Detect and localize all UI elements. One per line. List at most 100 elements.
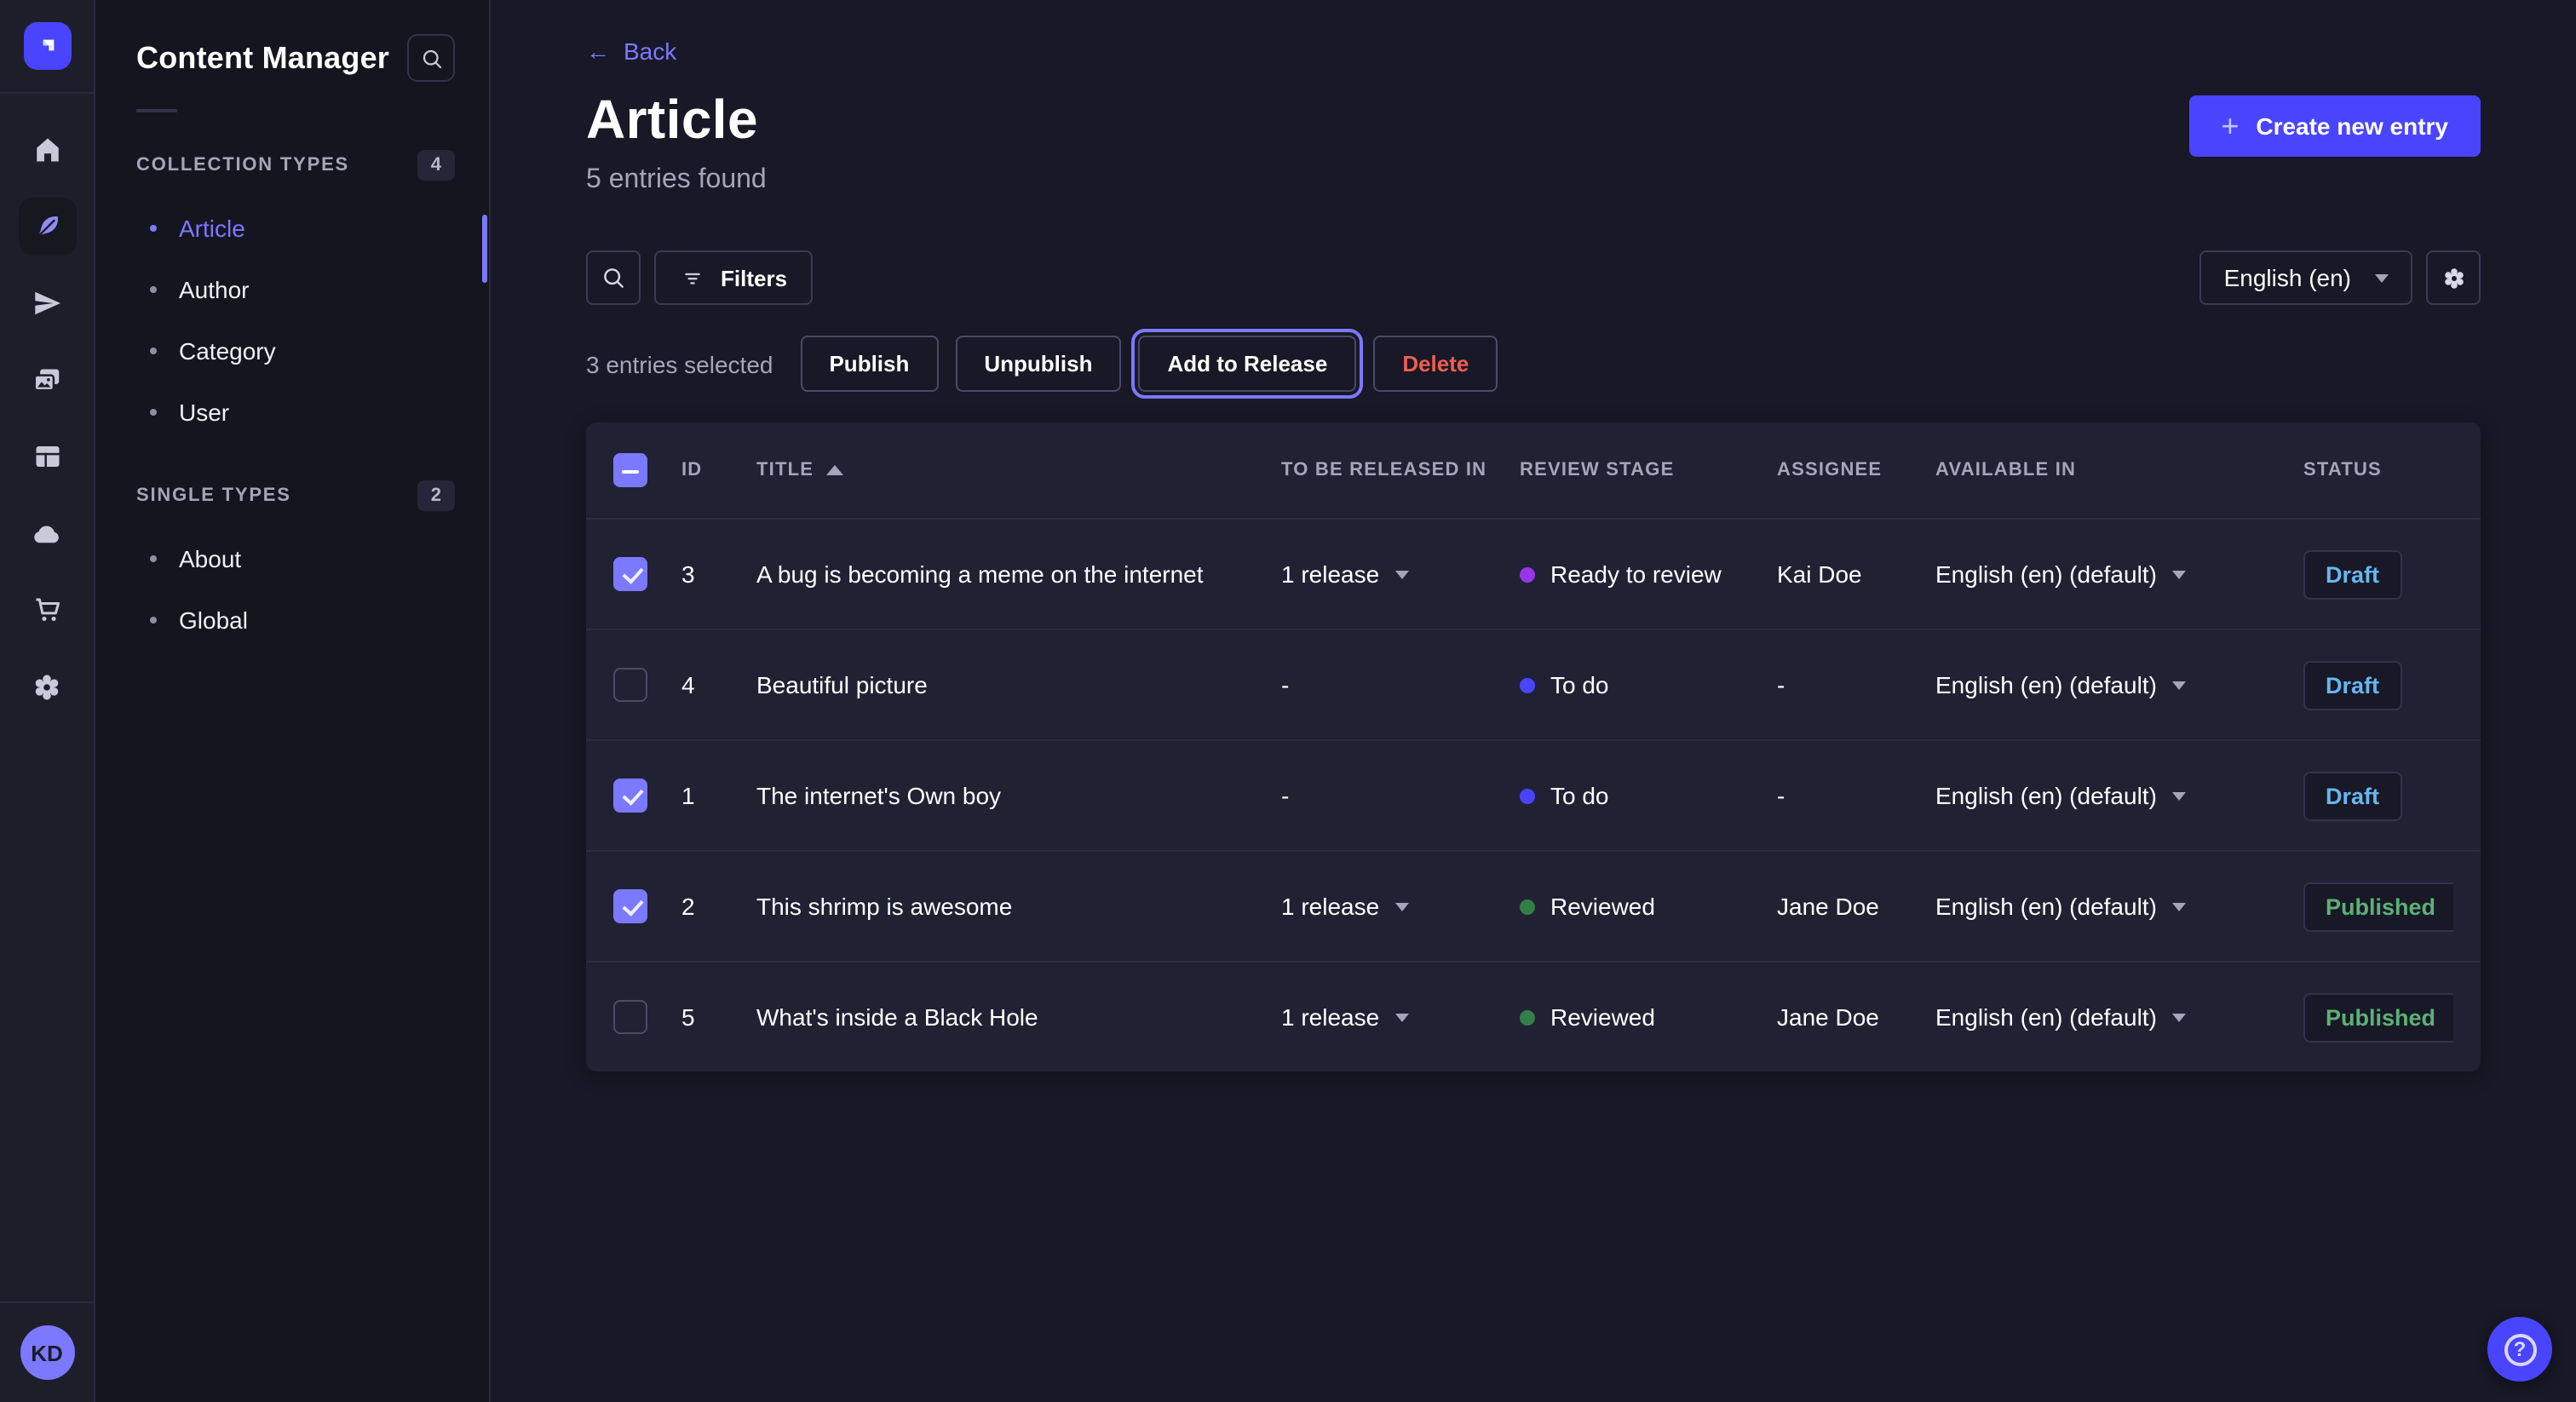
nav-content-type-builder[interactable] (18, 428, 76, 486)
cell-id: 2 (681, 893, 756, 920)
cell-review-stage: Ready to review (1520, 560, 1777, 588)
sidebar-item-label: Global (179, 606, 248, 634)
cell-locale-dropdown[interactable]: English (en) (default) (1935, 893, 2303, 920)
unpublish-button[interactable]: Unpublish (955, 336, 1121, 392)
chevron-down-icon (2172, 791, 2186, 800)
sidebar-item-category[interactable]: Category (95, 320, 489, 382)
cell-id: 3 (681, 560, 756, 588)
table-row[interactable]: 4 Beautiful picture - To do - English (e… (586, 629, 2481, 739)
select-all-checkbox[interactable] (613, 453, 647, 487)
nav-releases[interactable] (18, 274, 76, 332)
cell-locale-dropdown[interactable]: English (en) (default) (1935, 560, 2303, 588)
table-row[interactable]: 1 The internet's Own boy - To do - Engli… (586, 739, 2481, 850)
selection-actions-bar: 3 entries selected Publish Unpublish Add… (586, 336, 2481, 392)
cell-status: Draft (2303, 549, 2453, 599)
subnav-search-button[interactable] (407, 34, 455, 82)
status-badge: Published (2303, 882, 2453, 931)
cell-release-dropdown[interactable]: 1 release (1281, 1003, 1520, 1031)
cell-assignee: Jane Doe (1777, 1003, 1935, 1031)
single-types-section: SINGLE TYPES 2 About Global (95, 480, 489, 651)
sidebar-item-label: Category (179, 337, 276, 365)
nav-home[interactable] (18, 121, 76, 179)
nav-content-manager[interactable] (18, 198, 76, 256)
nav-deploy[interactable] (18, 504, 76, 562)
release-value: 1 release (1281, 893, 1379, 920)
cell-status: Published (2303, 882, 2453, 931)
row-checkbox[interactable] (613, 889, 647, 923)
cell-release-dropdown[interactable]: - (1281, 782, 1520, 809)
back-link[interactable]: ← Back (586, 37, 676, 65)
chevron-down-icon (2172, 570, 2186, 578)
release-value: - (1281, 671, 1289, 698)
collection-types-count: 4 (417, 150, 455, 181)
viewport: KD Content Manager COLLECTION TYPES 4 Ar… (0, 0, 2576, 1402)
row-checkbox[interactable] (613, 1000, 647, 1034)
release-value: - (1281, 782, 1289, 809)
locale-value: English (en) (default) (1935, 782, 2157, 809)
cell-review-stage: Reviewed (1520, 1003, 1777, 1031)
user-avatar[interactable]: KD (20, 1325, 74, 1380)
delete-button[interactable]: Delete (1373, 336, 1498, 392)
page-header-text: Article 5 entries found (586, 89, 767, 196)
select-all-cell (613, 453, 681, 487)
review-stage-label: To do (1550, 671, 1609, 698)
locale-value: English (en) (2224, 264, 2351, 291)
row-checkbox[interactable] (613, 779, 647, 813)
cell-locale-dropdown[interactable]: English (en) (default) (1935, 782, 2303, 809)
bullet-icon (150, 617, 157, 623)
col-header-status[interactable]: STATUS (2303, 460, 2453, 480)
row-checkbox[interactable] (613, 557, 647, 591)
cell-release-dropdown[interactable]: 1 release (1281, 893, 1520, 920)
filters-button[interactable]: Filters (654, 250, 813, 305)
filters-label: Filters (721, 265, 787, 290)
single-types-count: 2 (417, 480, 455, 511)
sidebar-item-author[interactable]: Author (95, 259, 489, 320)
nav-media-library[interactable] (18, 351, 76, 409)
review-stage-label: Ready to review (1550, 560, 1722, 588)
table-row[interactable]: 3 A bug is becoming a meme on the intern… (586, 518, 2481, 629)
subnav-scroll-indicator[interactable] (482, 215, 487, 283)
cell-assignee: Kai Doe (1777, 560, 1935, 588)
table-row[interactable]: 5 What's inside a Black Hole 1 release R… (586, 961, 2481, 1072)
main-content: ← Back Article 5 entries found + Create … (491, 0, 2576, 1402)
cell-id: 1 (681, 782, 756, 809)
table-row[interactable]: 2 This shrimp is awesome 1 release Revie… (586, 850, 2481, 961)
col-header-assignee[interactable]: ASSIGNEE (1777, 460, 1935, 480)
search-button[interactable] (586, 250, 641, 305)
sidebar-item-article[interactable]: Article (95, 198, 489, 259)
cell-title: Beautiful picture (756, 671, 1281, 698)
cell-release-dropdown[interactable]: 1 release (1281, 560, 1520, 588)
cell-id: 4 (681, 671, 756, 698)
view-settings-button[interactable] (2426, 250, 2481, 305)
cell-locale-dropdown[interactable]: English (en) (default) (1935, 671, 2303, 698)
locale-select[interactable]: English (en) (2200, 250, 2412, 305)
cell-locale-dropdown[interactable]: English (en) (default) (1935, 1003, 2303, 1031)
col-header-review-stage[interactable]: REVIEW STAGE (1520, 460, 1777, 480)
cell-assignee: - (1777, 782, 1935, 809)
bullet-icon (150, 225, 157, 232)
chevron-down-icon (1394, 570, 1408, 578)
col-header-id[interactable]: ID (681, 460, 756, 480)
add-to-release-button[interactable]: Add to Release (1138, 336, 1356, 392)
sidebar-item-user[interactable]: User (95, 382, 489, 443)
strapi-logo[interactable] (23, 22, 71, 70)
col-header-title[interactable]: TITLE (756, 460, 1281, 480)
page-title: Article (586, 89, 767, 152)
sidebar-item-about[interactable]: About (95, 528, 489, 589)
col-header-to-be-released-in[interactable]: TO BE RELEASED IN (1281, 460, 1520, 480)
back-arrow-icon: ← (586, 37, 610, 65)
cell-release-dropdown[interactable]: - (1281, 671, 1520, 698)
rail-footer: KD (0, 1301, 94, 1402)
subnav-title: Content Manager (136, 40, 389, 76)
sidebar-item-global[interactable]: Global (95, 589, 489, 651)
cell-review-stage: Reviewed (1520, 893, 1777, 920)
nav-settings[interactable] (18, 658, 76, 715)
sidebar-item-label: About (179, 545, 241, 572)
locale-value: English (en) (default) (1935, 560, 2157, 588)
create-new-entry-button[interactable]: + Create new entry (2188, 95, 2481, 157)
col-header-available-in[interactable]: AVAILABLE IN (1935, 460, 2303, 480)
help-button[interactable]: ? (2487, 1317, 2552, 1382)
row-checkbox[interactable] (613, 668, 647, 702)
publish-button[interactable]: Publish (800, 336, 938, 392)
nav-marketplace[interactable] (18, 581, 76, 639)
